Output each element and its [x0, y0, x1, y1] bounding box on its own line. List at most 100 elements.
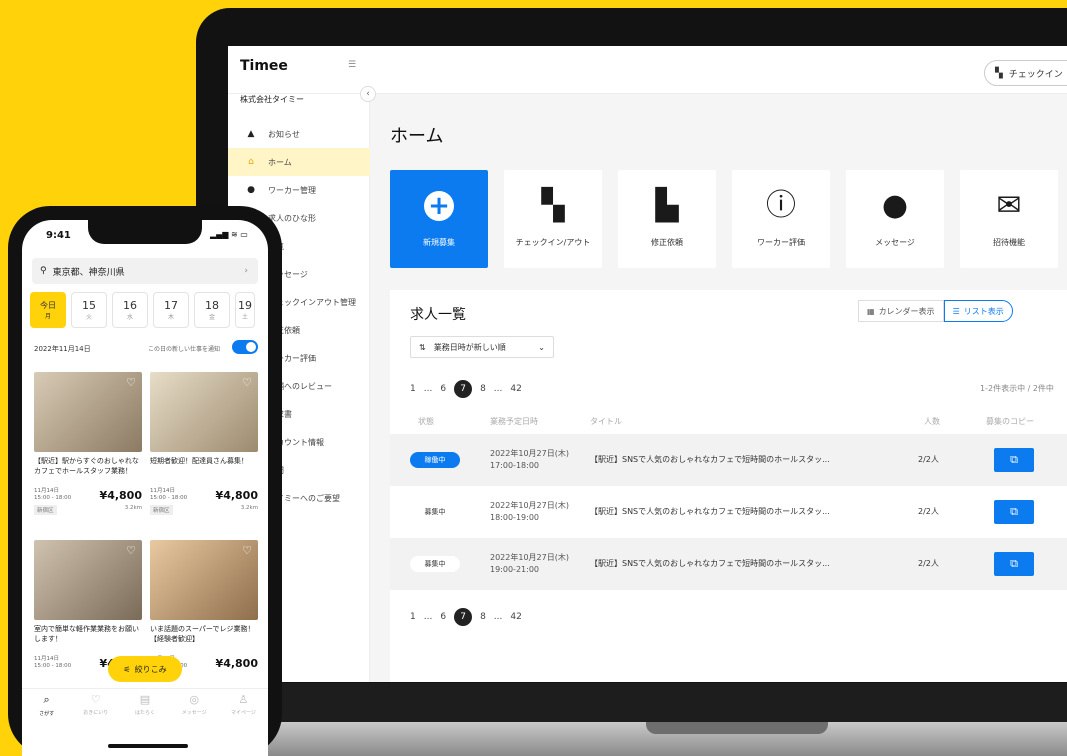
job-card[interactable]: ♡ いま話題のスーパーでレジ業務！【経験者歓迎】 11月14日15:00 - 1… [150, 540, 258, 670]
copy-job-button[interactable]: ⧉ [994, 552, 1034, 576]
company-name: 株式会社タイミー [240, 95, 304, 104]
copy-job-button[interactable]: ⧉ [994, 500, 1034, 524]
date-chip[interactable]: 今日月 [30, 292, 66, 328]
person-icon: ● [247, 185, 255, 195]
heart-icon[interactable]: ♡ [126, 544, 136, 557]
table-row[interactable]: 募集中 2022年10月27日(木) 18:00-19:00 【駅近】SNSで人気… [390, 486, 1067, 538]
sidebar-item-label: お知らせ [268, 129, 300, 139]
tab-work[interactable]: ▤ はたらく [120, 689, 169, 732]
job-title: いま話題のスーパーでレジ業務！【経験者歓迎】 [150, 625, 255, 643]
laptop-base [200, 722, 1067, 756]
sort-icon: ⇅ [419, 342, 426, 352]
search-icon: ⌕ [43, 693, 50, 706]
job-title[interactable]: 【駅近】SNSで人気のおしゃれなカフェで短時間のホールスタッ... [590, 454, 890, 465]
tab-label: はたらく [135, 710, 155, 716]
job-price: ¥4,800 [215, 657, 258, 670]
sidebar-item-workers[interactable]: ● ワーカー管理 [228, 176, 370, 204]
date-chip[interactable]: 15 火 [71, 292, 107, 328]
tab-messages[interactable]: ◎ メッセージ [170, 689, 219, 732]
table-row[interactable]: 稼働中 2022年10月27日(木) 17:00-18:00 【駅近】SNSで人気… [390, 434, 1067, 486]
page-link[interactable]: 1 [410, 384, 416, 394]
chevron-down-icon: ⌄ [538, 342, 545, 352]
status-time: 9:41 [46, 230, 71, 241]
date-picker: 今日月 15 火 16 水 17 木 18 金 19 土 [30, 292, 255, 328]
calendar-view-button[interactable]: ▦ カレンダー表示 [858, 300, 944, 322]
heart-icon[interactable]: ♡ [126, 376, 136, 389]
date-chip[interactable]: 19 土 [235, 292, 255, 328]
job-date: 2022年10月27日(木) [490, 449, 569, 458]
table-header: 状態 業務予定日時 タイトル 人数 募集のコピー [390, 414, 1067, 434]
tab-search[interactable]: ⌕ さがす [22, 689, 71, 732]
action-label: メッセージ [875, 237, 915, 247]
job-distance: 3.2km [124, 505, 142, 511]
sort-select[interactable]: ⇅ 業務日時が新しい順 ⌄ [410, 336, 554, 358]
tab-label: おきにいり [83, 710, 109, 716]
laptop-notch [646, 722, 828, 734]
page-current[interactable]: 7 [454, 608, 473, 626]
heart-icon[interactable]: ♡ [242, 544, 252, 557]
menu-toggle-icon[interactable]: ☰ [348, 60, 356, 70]
chat-icon: ◎ [189, 693, 200, 706]
list-view-button[interactable]: ☰ リスト表示 [943, 300, 1013, 322]
page-link[interactable]: 8 [480, 384, 486, 394]
sidebar-item-home[interactable]: ⌂ ホーム [228, 148, 370, 176]
job-time: 19:00-21:00 [490, 565, 539, 574]
page-link[interactable]: 8 [480, 612, 486, 622]
tab-label: メッセージ [181, 710, 207, 716]
job-photo: ♡ [34, 372, 142, 452]
page-link[interactable]: 42 [510, 612, 521, 622]
dynamic-island [88, 220, 202, 244]
page-link[interactable]: 6 [440, 612, 446, 622]
pagination-bottom: 1 ... 6 7 8 ... 42 [410, 608, 522, 626]
action-label: ワーカー評価 [757, 237, 805, 247]
job-list-title: 求人一覧 [410, 307, 466, 323]
job-title[interactable]: 【駅近】SNSで人気のおしゃれなカフェで短時間のホールスタッ... [590, 558, 890, 569]
filter-button[interactable]: ⚟ 絞りこみ [108, 656, 182, 682]
job-card[interactable]: ♡ 【駅近】駅からすぐのおしゃれなカフェでホールスタッフ業務！ 11月14日 15… [34, 372, 142, 515]
notify-toggle[interactable] [232, 340, 258, 354]
bell-icon: ▲ [247, 129, 255, 139]
page-link[interactable]: 6 [440, 384, 446, 394]
page-link[interactable]: 1 [410, 612, 416, 622]
table-row[interactable]: 募集中 2022年10月27日(木) 19:00-21:00 【駅近】SNSで人気… [390, 538, 1067, 590]
date-chip[interactable]: 17 木 [153, 292, 189, 328]
worker-rating-button[interactable]: ⓘ ワーカー評価 [732, 170, 830, 268]
job-list-panel: 求人一覧 ▦ カレンダー表示 ☰ リスト表示 ⇅ 業務日時が新しい順 ⌄ 1 ...… [390, 290, 1067, 682]
date-weekday: 水 [126, 314, 133, 321]
job-date: 2022年10月27日(木) [490, 501, 569, 510]
heart-icon[interactable]: ♡ [242, 376, 252, 389]
job-when: 11月14日15:00 - 18:00 [34, 656, 72, 669]
status-badge: 募集中 [410, 556, 460, 572]
location-label: 東京都、神奈川県 [52, 267, 125, 278]
date-chip[interactable]: 16 水 [112, 292, 148, 328]
date-chip[interactable]: 18 金 [194, 292, 230, 328]
invite-button[interactable]: ✉ 招待機能 [960, 170, 1058, 268]
tab-favorites[interactable]: ♡ おきにいり [71, 689, 120, 732]
app-logo[interactable]: Timee [240, 58, 288, 74]
correction-request-button[interactable]: ▙ 修正依頼 [618, 170, 716, 268]
home-indicator [108, 744, 188, 748]
job-title[interactable]: 【駅近】SNSで人気のおしゃれなカフェで短時間のホールスタッ... [590, 506, 890, 517]
copy-icon: ⧉ [1010, 453, 1018, 466]
messages-button[interactable]: ● メッセージ [846, 170, 944, 268]
job-card[interactable]: ♡ 室内で簡単な軽作業業務をお願いします！ 11月14日 15:00 - 18:0… [34, 540, 142, 670]
page-current[interactable]: 7 [454, 380, 473, 398]
status-badge: 募集中 [410, 504, 460, 520]
tab-mypage[interactable]: ♙ マイページ [219, 689, 268, 732]
checkin-checkout-button[interactable]: ▚ チェックイン/アウト [504, 170, 602, 268]
quick-actions: + 新規募集 ▚ チェックイン/アウト ▙ 修正依頼 ⓘ ワーカー評価 ● メッ… [390, 170, 1058, 268]
copy-job-button[interactable]: ⧉ [994, 448, 1034, 472]
job-card[interactable]: ♡ 短期者歓迎！配達員さん募集！ 11月14日 15:00 - 18:00 ¥4,8… [150, 372, 258, 515]
sidebar-item-notifications[interactable]: ▲ お知らせ [228, 120, 370, 148]
location-selector[interactable]: ⚲ 東京都、神奈川県 › [32, 258, 258, 284]
location-pin-icon: ⚲ [40, 266, 47, 276]
page-link[interactable]: 42 [510, 384, 521, 394]
laptop-screen: Timee ☰ ▚ チェックイン 株式会社タイミー ‹ ▲ お知らせ ⌂ ホーム ●… [228, 46, 1067, 682]
job-datetime: 2022年10月27日(木) 18:00-19:00 [490, 500, 580, 524]
checkin-top-button[interactable]: ▚ チェックイン [984, 60, 1067, 86]
job-title: 【駅近】駅からすぐのおしゃれなカフェでホールスタッフ業務！ [34, 457, 139, 475]
column-header: 状態 [418, 417, 434, 426]
new-job-button[interactable]: + 新規募集 [390, 170, 488, 268]
job-price: ¥4,800 [99, 489, 142, 502]
job-time: 18:00-19:00 [490, 513, 539, 522]
